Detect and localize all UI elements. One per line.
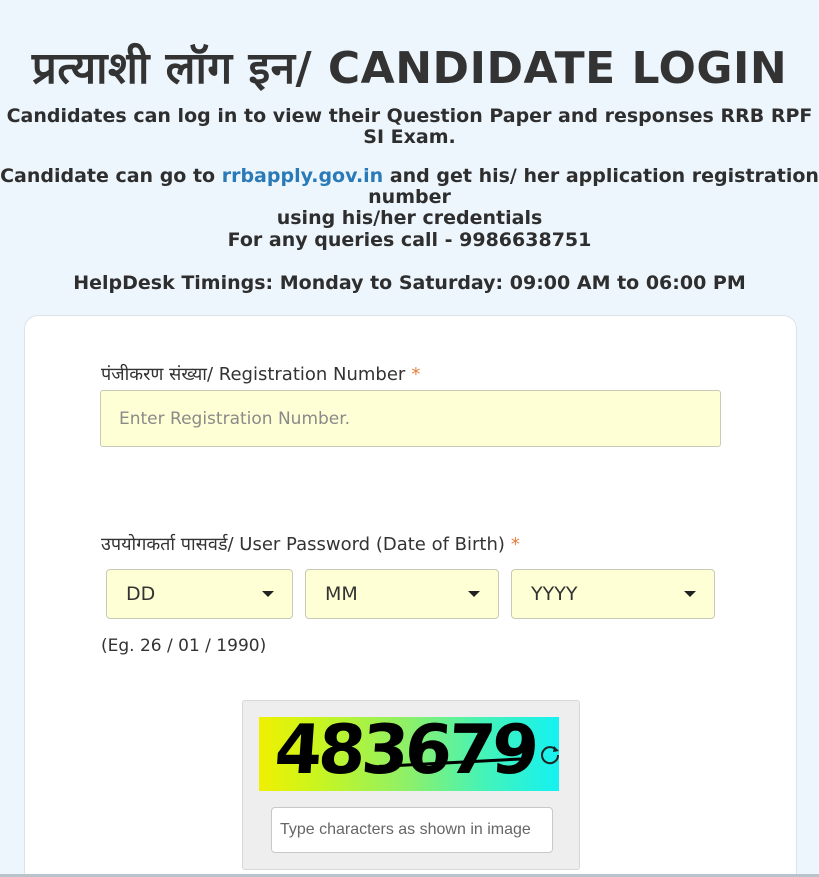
dob-example: (Eg. 26 / 01 / 1990) <box>101 636 267 656</box>
page-title: प्रत्याशी लॉग इन/ CANDIDATE LOGIN <box>31 43 788 94</box>
chevron-down-icon <box>262 591 274 597</box>
month-select[interactable]: MM <box>305 569 499 619</box>
day-select[interactable]: DD <box>106 569 293 619</box>
info-question-paper: Candidates can log in to view their Ques… <box>6 105 813 148</box>
chevron-down-icon <box>468 591 480 597</box>
info-registration-suffix: and get his/ her application registratio… <box>368 165 819 208</box>
chevron-down-icon <box>684 591 696 597</box>
month-select-value: MM <box>325 583 358 605</box>
year-select-value: YYYY <box>531 583 578 605</box>
registration-label-text: पंजीकरण संख्या/ Registration Number <box>101 364 406 385</box>
registration-label: पंजीकरण संख्या/ Registration Number * <box>101 362 420 386</box>
rrbapply-link[interactable]: rrbapply.gov.in <box>222 165 383 187</box>
refresh-icon[interactable] <box>539 743 561 765</box>
captcha-text: 483679 <box>272 711 538 790</box>
year-select[interactable]: YYYY <box>511 569 715 619</box>
info-helpline: For any queries call - 9986638751 <box>227 229 592 251</box>
info-registration-help: Candidate can go to rrbapply.gov.in and … <box>0 166 819 229</box>
info-registration-cont: using his/her credentials <box>276 207 543 229</box>
login-card: पंजीकरण संख्या/ Registration Number* उपय… <box>24 315 797 877</box>
info-helpdesk-timings: HelpDesk Timings: Monday to Saturday: 09… <box>73 272 746 294</box>
required-marker: * <box>411 364 421 385</box>
required-marker: * <box>510 534 520 555</box>
info-registration-prefix: Candidate can go to <box>0 165 222 187</box>
captcha-box: 483679 <box>242 700 580 870</box>
captcha-input[interactable] <box>271 807 553 853</box>
captcha-image: 483679 <box>259 711 559 791</box>
registration-number-input[interactable] <box>100 390 721 447</box>
password-label: उपयोगकर्ता पासवर्ड/ User Password (Date … <box>101 532 520 556</box>
password-label-text: उपयोगकर्ता पासवर्ड/ User Password (Date … <box>101 534 505 555</box>
day-select-value: DD <box>126 583 156 605</box>
